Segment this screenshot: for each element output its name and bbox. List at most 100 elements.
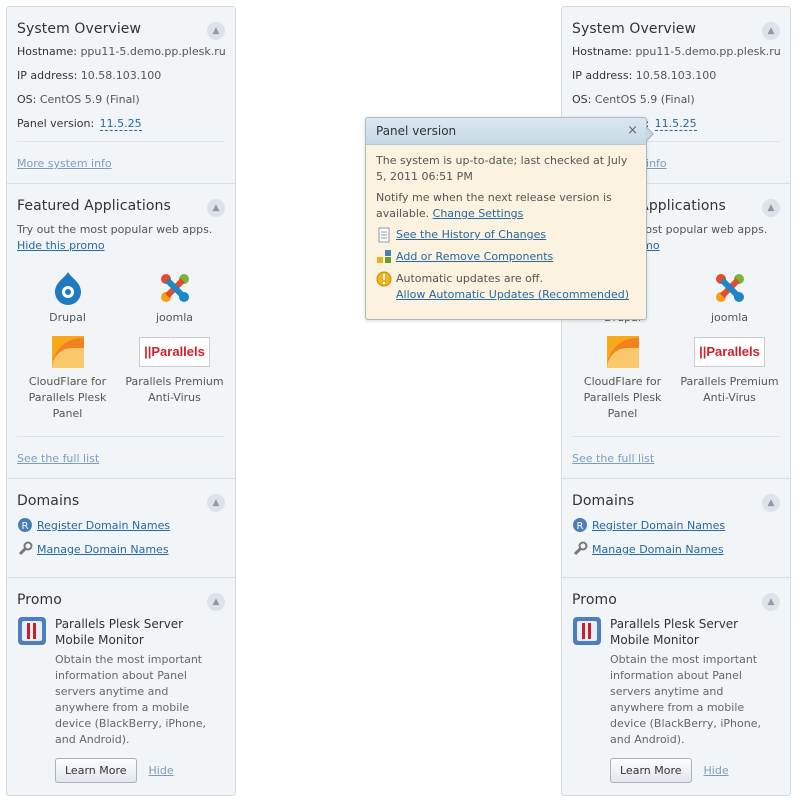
domains-title: Domains (17, 493, 80, 509)
panel-version-link[interactable]: 11.5.25 (99, 117, 142, 131)
see-full-list-link[interactable]: See the full list (17, 452, 99, 465)
promo-actions: Learn More Hide (55, 758, 225, 783)
ip-row: IP address: 10.58.103.100 (572, 69, 780, 82)
divider (17, 436, 225, 437)
divider (572, 436, 780, 437)
featured-intro: Try out the most popular web apps. Hide … (17, 222, 225, 254)
featured-intro-text: Try out the most popular web apps. (17, 223, 213, 236)
manage-domain-row: Manage Domain Names (17, 541, 225, 557)
collapse-icon[interactable]: ▲ (207, 494, 225, 512)
mobile-monitor-icon (572, 616, 602, 650)
history-link[interactable]: See the History of Changes (396, 227, 546, 243)
updates-text: Automatic updates are off. Allow Automati… (396, 271, 629, 303)
promo-box: Promo ▲ Parallels Plesk Server Mobile Mo… (562, 578, 790, 795)
parallels-logo-text: ||Parallels (144, 344, 205, 359)
warning-icon (376, 271, 392, 287)
app-name: Parallels Premium Anti-Virus (680, 375, 779, 404)
app-grid: Drupal joomla CloudFlare for Parallels P… (17, 270, 225, 430)
change-settings-link[interactable]: Change Settings (433, 207, 524, 220)
app-name: joomla (155, 311, 194, 324)
wrench-icon (572, 541, 588, 557)
manage-domain-link[interactable]: Manage Domain Names (592, 543, 724, 556)
panel-version-link[interactable]: 11.5.25 (654, 117, 697, 131)
app-name: joomla (710, 311, 749, 324)
hostname-label: Hostname: (17, 45, 77, 58)
os-label: OS: (17, 93, 37, 106)
os-label: OS: (572, 93, 592, 106)
collapse-icon[interactable]: ▲ (207, 199, 225, 217)
collapse-icon[interactable]: ▲ (762, 494, 780, 512)
svg-text:R: R (22, 521, 29, 532)
allow-updates-link[interactable]: Allow Automatic Updates (Recommended) (396, 288, 629, 301)
collapse-icon[interactable]: ▲ (207, 22, 225, 40)
see-full-list-link[interactable]: See the full list (572, 452, 654, 465)
hide-promo-link[interactable]: Hide this promo (17, 239, 105, 252)
os-value: CentOS 5.9 (Final) (594, 93, 695, 106)
register-domain-link[interactable]: Register Domain Names (592, 519, 725, 532)
history-row: See the History of Changes (376, 227, 636, 243)
app-joomla[interactable]: joomla (679, 270, 780, 326)
components-link[interactable]: Add or Remove Components (396, 249, 553, 265)
hostname-row: Hostname: ppu11-5.demo.pp.plesk.ru (17, 45, 226, 58)
ip-value: 10.58.103.100 (635, 69, 717, 82)
promo-box: Promo ▲ Parallels Plesk Server Mobile Mo… (7, 578, 235, 795)
popup-header: Panel version × (366, 118, 654, 145)
popup-body: The system is up-to-date; last checked a… (366, 145, 646, 319)
drupal-icon (17, 270, 118, 306)
collapse-icon[interactable]: ▲ (762, 22, 780, 40)
os-row: OS: CentOS 5.9 (Final) (572, 93, 780, 106)
cloudflare-icon (572, 334, 673, 370)
domains-title: Domains (572, 493, 635, 509)
collapse-icon[interactable]: ▲ (207, 593, 225, 611)
promo-title: Promo (572, 592, 617, 608)
panel-version-popup: Panel version × The system is up-to-date… (365, 117, 654, 320)
os-value: CentOS 5.9 (Final) (39, 93, 140, 106)
system-overview-title: System Overview (572, 21, 697, 37)
wrench-icon (17, 541, 33, 557)
app-joomla[interactable]: joomla (124, 270, 225, 326)
app-name: Drupal (49, 311, 86, 324)
learn-more-button[interactable]: Learn More (610, 758, 692, 783)
register-domain-link[interactable]: Register Domain Names (37, 519, 170, 532)
mobile-monitor-icon (17, 616, 47, 650)
promo-description: Obtain the most important information ab… (610, 653, 761, 746)
notify-row: Notify me when the next release version … (376, 190, 636, 222)
featured-applications-title: Featured Applications (17, 198, 171, 214)
featured-applications-box: Featured Applications ▲ Try out the most… (7, 184, 235, 479)
hostname-row: Hostname: ppu11-5.demo.pp.plesk.ru (572, 45, 781, 58)
register-domain-row: R Register Domain Names (17, 517, 225, 533)
system-overview-box: System Overview ▲ Hostname: ppu11-5.demo… (7, 7, 235, 184)
hostname-label: Hostname: (572, 45, 632, 58)
panel-version-row: Panel version: 11.5.25 (17, 117, 225, 131)
hide-promo-item-link[interactable]: Hide (149, 764, 174, 777)
hide-promo-item-link[interactable]: Hide (704, 764, 729, 777)
learn-more-button[interactable]: Learn More (55, 758, 137, 783)
update-status-text: The system is up-to-date; last checked a… (376, 154, 628, 183)
app-parallels[interactable]: ||Parallels Parallels Premium Anti-Virus (124, 334, 225, 422)
promo-description: Obtain the most important information ab… (55, 653, 206, 746)
hostname-value: ppu11-5.demo.pp.plesk.ru (80, 45, 226, 58)
promo-actions: Learn More Hide (610, 758, 780, 783)
domains-box: Domains ▲ R Register Domain Names Manage… (7, 479, 235, 578)
registered-icon: R (572, 517, 588, 533)
manage-domain-link[interactable]: Manage Domain Names (37, 543, 169, 556)
app-name: CloudFlare for Parallels Plesk Panel (583, 375, 662, 420)
more-system-info-link[interactable]: More system info (17, 157, 112, 170)
components-row: Add or Remove Components (376, 249, 636, 265)
register-domain-row: R Register Domain Names (572, 517, 780, 533)
manage-domain-row: Manage Domain Names (572, 541, 780, 557)
sidebar-left: System Overview ▲ Hostname: ppu11-5.demo… (6, 6, 236, 796)
parallels-icon: ||Parallels (124, 334, 225, 370)
app-cloudflare[interactable]: CloudFlare for Parallels Plesk Panel (17, 334, 118, 422)
app-drupal[interactable]: Drupal (17, 270, 118, 326)
app-cloudflare[interactable]: CloudFlare for Parallels Plesk Panel (572, 334, 673, 422)
collapse-icon[interactable]: ▲ (762, 593, 780, 611)
app-name: Parallels Premium Anti-Virus (125, 375, 224, 404)
collapse-icon[interactable]: ▲ (762, 199, 780, 217)
close-icon[interactable]: × (627, 123, 638, 138)
cloudflare-icon (17, 334, 118, 370)
parallels-icon: ||Parallels (679, 334, 780, 370)
registered-icon: R (17, 517, 33, 533)
divider (17, 141, 225, 142)
app-parallels[interactable]: ||Parallels Parallels Premium Anti-Virus (679, 334, 780, 422)
